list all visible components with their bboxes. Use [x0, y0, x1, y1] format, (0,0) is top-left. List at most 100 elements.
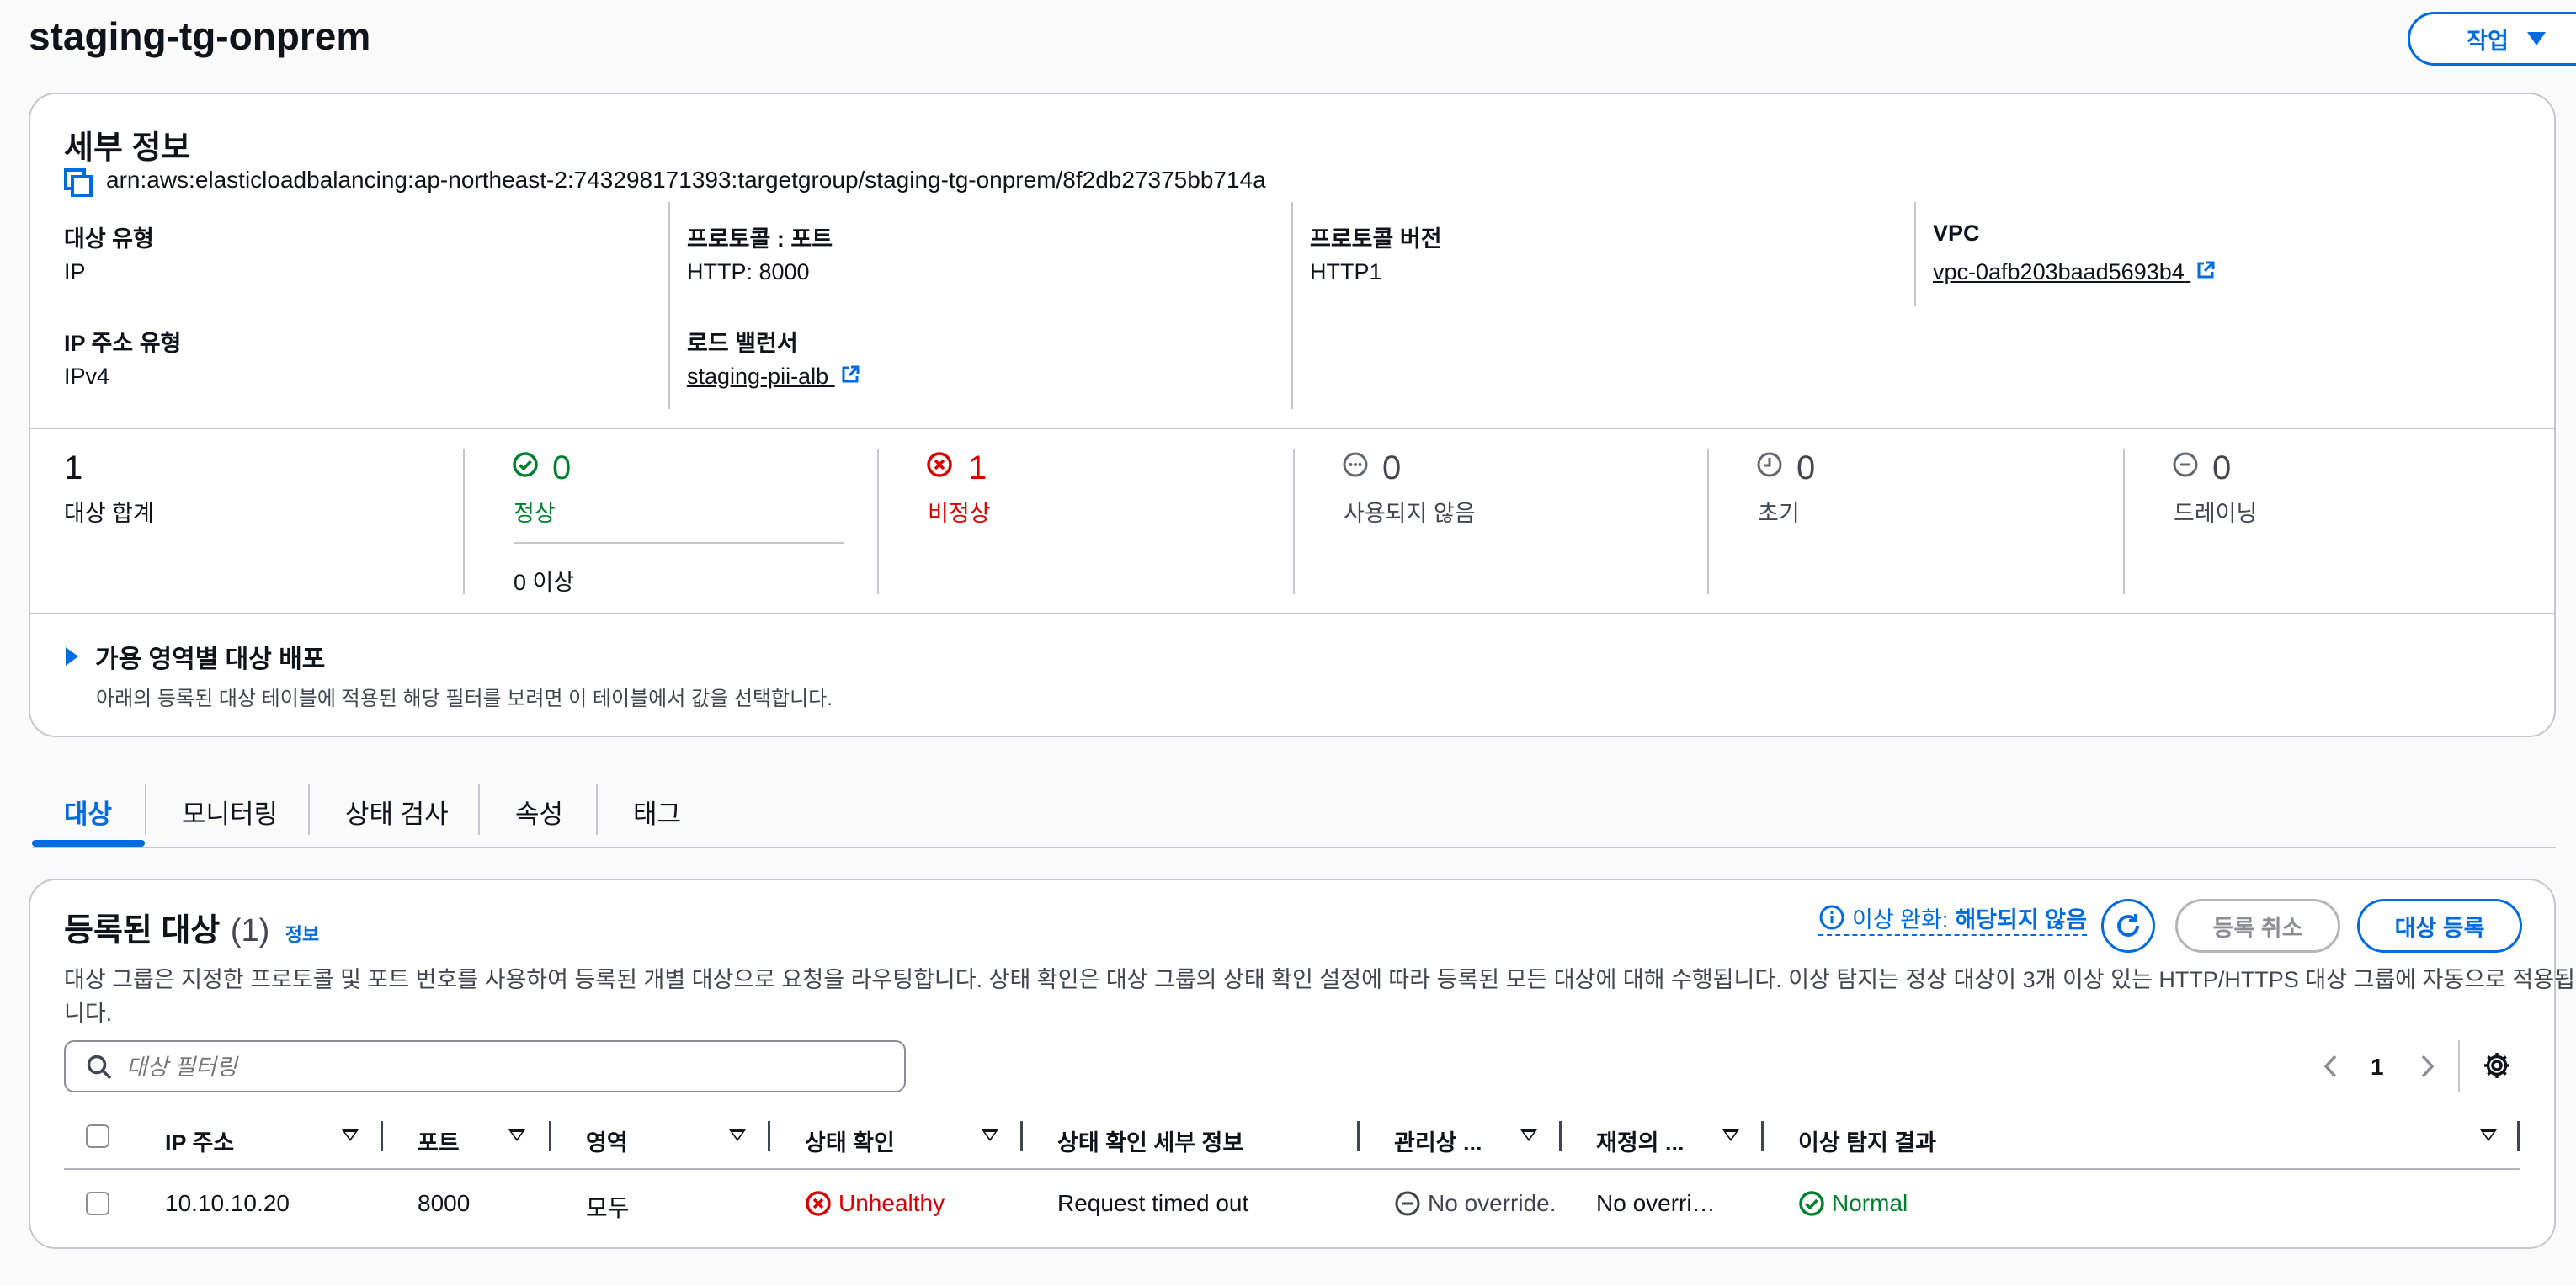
registered-targets-desc: 대상 그룹은 지정한 프로토콜 및 포트 번호를 사용하여 등록된 개별 대상으…: [64, 963, 2575, 1030]
copy-icon[interactable]: [64, 168, 93, 197]
vpc-link-text: vpc-0afb203baad5693b4: [1933, 259, 2185, 284]
registered-targets-title: 등록된 대상 (1) 정보: [64, 904, 319, 950]
page-title: staging-tg-onprem: [29, 14, 371, 58]
unhealthy-label: 비정상: [928, 501, 991, 526]
register-targets-button[interactable]: 대상 등록: [2357, 899, 2522, 953]
info-link[interactable]: 정보: [285, 924, 319, 945]
row-ip-address: 10.10.10.20: [165, 1190, 290, 1216]
row-administrative-override: No override.: [1394, 1190, 1557, 1217]
protocol-port-value: HTTP: 8000: [687, 259, 810, 284]
tab-monitoring[interactable]: 모니터링: [182, 793, 278, 831]
initial-count: 0: [1796, 449, 1816, 486]
total-label: 대상 합계: [64, 501, 154, 526]
sort-icon[interactable]: [1722, 1129, 1739, 1141]
filter-input[interactable]: [125, 1049, 886, 1086]
actions-button-label: 작업: [2467, 28, 2509, 54]
status-pending-icon: [1756, 451, 1783, 482]
filter-input-wrapper: [64, 1040, 906, 1092]
sort-icon[interactable]: [342, 1129, 359, 1141]
registered-targets-count: (1): [230, 913, 270, 949]
ip-type-value: IPv4: [64, 364, 110, 389]
az-distribution-toggle[interactable]: 가용 영역별 대상 배포: [66, 640, 325, 673]
details-heading: 세부 정보: [64, 130, 191, 166]
load-balancer-link-text: staging-pii-alb: [687, 364, 829, 389]
row-anomaly-detection: Normal: [1798, 1190, 1908, 1217]
column-administrative-override[interactable]: 관리상 ...: [1394, 1124, 1482, 1157]
unhealthy-count: 1: [968, 449, 987, 486]
row-override-details: No overri…: [1596, 1190, 1716, 1216]
column-port[interactable]: 포트: [418, 1124, 460, 1157]
tab-targets[interactable]: 대상: [64, 793, 112, 831]
column-override-details[interactable]: 재정의 ...: [1596, 1124, 1685, 1157]
total-count: 1: [64, 449, 83, 486]
sort-icon[interactable]: [1520, 1129, 1537, 1141]
row-zone: 모두: [586, 1195, 630, 1221]
healthy-label: 정상: [514, 501, 556, 526]
initial-label: 초기: [1758, 501, 1800, 526]
status-negative-icon: [805, 1190, 832, 1217]
target-type-value: IP: [64, 259, 86, 284]
registered-targets-desc-line-2: 니다.: [64, 1001, 113, 1026]
page-number[interactable]: 1: [2371, 1054, 2384, 1081]
load-balancer-link[interactable]: staging-pii-alb: [687, 364, 860, 391]
protocol-port-label: 프로토콜 : 포트: [687, 226, 833, 252]
refresh-icon: [2113, 911, 2143, 941]
registered-targets-desc-line-1: 대상 그룹은 지정한 프로토콜 및 포트 번호를 사용하여 등록된 개별 대상으…: [64, 967, 2575, 992]
status-negative-icon: [926, 451, 953, 482]
chevron-left-icon[interactable]: [2320, 1052, 2342, 1085]
sort-icon[interactable]: [2480, 1129, 2497, 1141]
row-anomaly-detection-text: Normal: [1832, 1190, 1908, 1216]
unused-label: 사용되지 않음: [1344, 501, 1476, 526]
column-ip-address[interactable]: IP 주소: [165, 1124, 234, 1157]
status-positive-icon: [1798, 1190, 1825, 1217]
tab-health-checks[interactable]: 상태 검사: [345, 793, 449, 831]
column-anomaly-detection[interactable]: 이상 탐지 결과: [1798, 1124, 1936, 1157]
healthy-count: 0: [552, 449, 572, 486]
az-distribution-desc: 아래의 등록된 대상 테이블에 적용된 해당 필터를 보려면 이 테이블에서 값…: [96, 688, 833, 710]
tab-tags[interactable]: 태그: [633, 793, 681, 831]
refresh-button[interactable]: [2101, 899, 2155, 953]
az-distribution-title: 가용 영역별 대상 배포: [95, 646, 326, 673]
vpc-label: VPC: [1933, 221, 1980, 246]
load-balancer-label: 로드 밸런서: [687, 331, 798, 356]
caret-right-icon: [66, 647, 78, 666]
anomaly-mitigation-value: 해당되지 않음: [1955, 906, 2087, 933]
column-health-status[interactable]: 상태 확인: [805, 1124, 895, 1157]
row-administrative-override-text: No override.: [1428, 1190, 1557, 1216]
actions-button[interactable]: 작업: [2408, 12, 2576, 66]
sort-icon[interactable]: [982, 1129, 998, 1141]
target-type-label: 대상 유형: [64, 226, 154, 252]
sort-icon[interactable]: [729, 1129, 746, 1141]
anomaly-mitigation-label: 이상 완화:: [1852, 906, 1949, 933]
deregister-button-label: 등록 취소: [2212, 915, 2303, 941]
tab-attributes[interactable]: 속성: [515, 793, 563, 831]
status-stopped-icon: [2172, 451, 2199, 482]
caret-down-icon: [2526, 32, 2546, 45]
external-link-icon: [840, 364, 860, 391]
search-icon: [86, 1054, 113, 1085]
deregister-button[interactable]: 등록 취소: [2175, 899, 2340, 953]
external-link-icon: [2195, 260, 2216, 286]
healthy-anomalous-count: 0 이상: [514, 570, 575, 595]
row-checkbox[interactable]: [86, 1192, 109, 1215]
target-group-arn: arn:aws:elasticloadbalancing:ap-northeas…: [106, 167, 1266, 193]
vpc-link[interactable]: vpc-0afb203baad5693b4: [1933, 259, 2216, 286]
select-all-checkbox[interactable]: [86, 1124, 109, 1148]
column-health-status-details[interactable]: 상태 확인 세부 정보: [1057, 1124, 1243, 1157]
ip-type-label: IP 주소 유형: [64, 331, 182, 356]
status-unused-icon: [1342, 451, 1369, 482]
draining-count: 0: [2212, 449, 2232, 486]
chevron-right-icon[interactable]: [2416, 1052, 2438, 1085]
draining-label: 드레이닝: [2174, 501, 2258, 526]
anomaly-mitigation-popover[interactable]: 이상 완화: 해당되지 않음: [1818, 901, 2087, 936]
row-health-status-details: Request timed out: [1057, 1190, 1249, 1216]
gear-icon[interactable]: [2482, 1050, 2512, 1085]
protocol-version-value: HTTP1: [1310, 259, 1382, 284]
info-icon: [1818, 904, 1845, 931]
row-health-status: Unhealthy: [805, 1190, 945, 1217]
protocol-version-label: 프로토콜 버전: [1310, 226, 1442, 252]
registered-targets-heading: 등록된 대상: [64, 913, 221, 949]
column-zone[interactable]: 영역: [586, 1124, 628, 1157]
status-stopped-icon: [1394, 1190, 1421, 1217]
sort-icon[interactable]: [508, 1129, 525, 1141]
